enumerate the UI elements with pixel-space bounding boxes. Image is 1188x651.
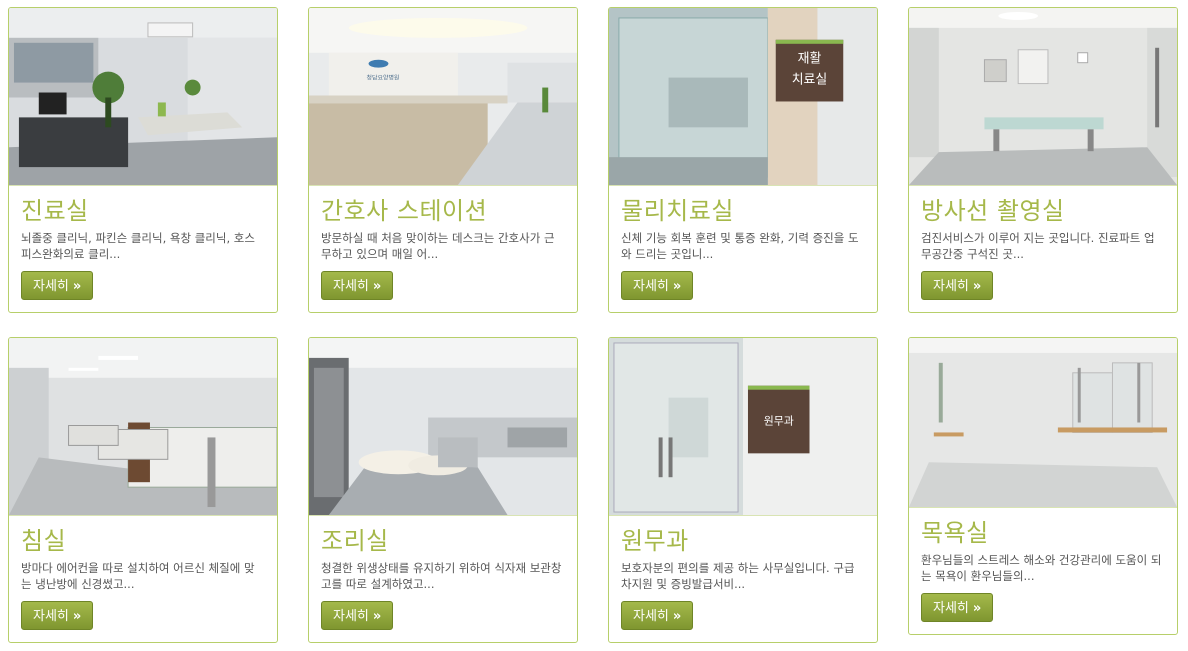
radiology-room-photo[interactable] [909, 8, 1177, 186]
bathroom-photo[interactable] [909, 338, 1177, 508]
double-chevron-right-icon: » [372, 609, 382, 624]
facility-card: 원무과 원무과 보호자분의 편의를 제공 하는 사무실입니다. 구급차지원 및 … [608, 337, 878, 643]
more-button-label: 자세히 [33, 609, 69, 624]
more-button-label: 자세히 [633, 279, 669, 294]
facility-card: 청담요양병원 간호사 스테이션 방문하실 때 처음 맞이하는 데스크는 간호사가… [308, 7, 578, 313]
more-button-label: 자세히 [33, 279, 69, 294]
bedroom-photo[interactable] [9, 338, 277, 516]
card-title: 간호사 스테이션 [321, 197, 488, 225]
double-chevron-right-icon: » [72, 609, 82, 624]
card-title: 방사선 촬영실 [921, 197, 1065, 225]
card-description: 신체 기능 회복 훈련 및 통증 완화, 기력 증진을 도와 드리는 곳입니..… [621, 231, 859, 261]
facility-card: 진료실 뇌졸중 클리닉, 파킨슨 클리닉, 욕창 클리닉, 호스피스완화의료 클… [8, 7, 278, 313]
examination-room-photo[interactable] [9, 8, 277, 186]
card-title: 진료실 [21, 197, 89, 225]
card-title: 원무과 [621, 527, 689, 555]
card-description: 검진서비스가 이루어 지는 곳입니다. 진료파트 업무공간중 구석진 곳... [921, 231, 1155, 261]
double-chevron-right-icon: » [972, 279, 982, 294]
more-button-label: 자세히 [333, 279, 369, 294]
more-button[interactable]: 자세히» [921, 271, 994, 300]
more-button[interactable]: 자세히» [321, 601, 394, 630]
therapy-sign-line1: 재활 [798, 52, 822, 67]
double-chevron-right-icon: » [672, 609, 682, 624]
more-button[interactable]: 자세히» [621, 271, 694, 300]
facility-card: 방사선 촬영실 검진서비스가 이루어 지는 곳입니다. 진료파트 업무공간중 구… [908, 7, 1178, 313]
more-button[interactable]: 자세히» [21, 271, 94, 300]
double-chevron-right-icon: » [72, 279, 82, 294]
card-title: 침실 [21, 527, 67, 555]
physical-therapy-room-photo[interactable]: 재활 치료실 [609, 8, 877, 186]
card-description: 보호자분의 편의를 제공 하는 사무실입니다. 구급차지원 및 증빙발급서비..… [621, 561, 855, 591]
kitchen-photo[interactable] [309, 338, 577, 516]
more-button-label: 자세히 [333, 609, 369, 624]
double-chevron-right-icon: » [972, 601, 982, 616]
double-chevron-right-icon: » [672, 279, 682, 294]
double-chevron-right-icon: » [372, 279, 382, 294]
facility-card: 목욕실 환우님들의 스트레스 해소와 건강관리에 도움이 되는 목욕이 환우님들… [908, 337, 1178, 635]
nurse-station-photo[interactable]: 청담요양병원 [309, 8, 577, 186]
card-description: 환우님들의 스트레스 해소와 건강관리에 도움이 되는 목욕이 환우님들의... [921, 553, 1162, 583]
card-title: 목욕실 [921, 519, 989, 547]
card-description: 뇌졸중 클리닉, 파킨슨 클리닉, 욕창 클리닉, 호스피스완화의료 클리... [21, 231, 255, 261]
card-description: 청결한 위생상태를 유지하기 위하여 식자재 보관창고를 따로 설계하였고... [321, 561, 562, 591]
more-button-label: 자세히 [933, 279, 969, 294]
admin-office-photo[interactable]: 원무과 [609, 338, 877, 516]
facility-card: 재활 치료실 물리치료실 신체 기능 회복 훈련 및 통증 완화, 기력 증진을… [608, 7, 878, 313]
office-sign-text: 원무과 [764, 415, 794, 428]
more-button[interactable]: 자세히» [921, 593, 994, 622]
more-button[interactable]: 자세히» [621, 601, 694, 630]
card-title: 조리실 [321, 527, 389, 555]
therapy-sign-line2: 치료실 [792, 73, 828, 88]
card-title: 물리치료실 [621, 197, 734, 225]
card-description: 방문하실 때 처음 맞이하는 데스크는 간호사가 근무하고 있으며 매일 어..… [321, 231, 555, 261]
facility-card: 조리실 청결한 위생상태를 유지하기 위하여 식자재 보관창고를 따로 설계하였… [308, 337, 578, 643]
more-button-label: 자세히 [933, 601, 969, 616]
facility-card: 침실 방마다 에어컨을 따로 설치하여 어르신 체질에 맞는 냉난방에 신경썼고… [8, 337, 278, 643]
card-description: 방마다 에어컨을 따로 설치하여 어르신 체질에 맞는 냉난방에 신경썼고... [21, 561, 255, 591]
more-button-label: 자세히 [633, 609, 669, 624]
more-button[interactable]: 자세히» [21, 601, 94, 630]
more-button[interactable]: 자세히» [321, 271, 394, 300]
hospital-sign-text: 청담요양병원 [367, 74, 400, 82]
